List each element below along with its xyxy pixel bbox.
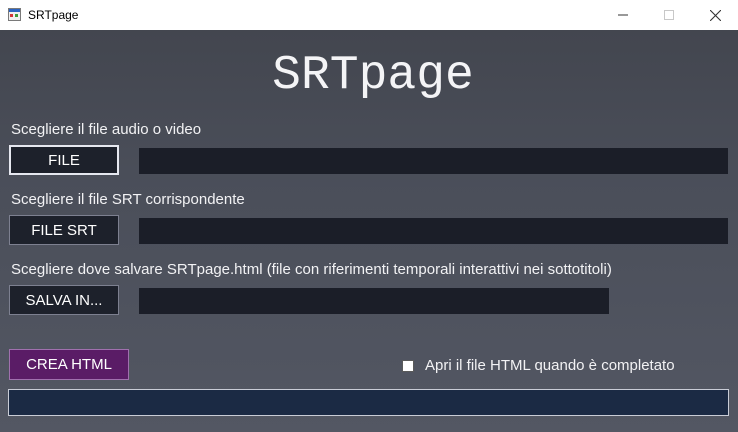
select-media-file-button[interactable]: FILE [9, 145, 119, 175]
output-path-field[interactable] [139, 288, 609, 314]
progress-bar [8, 389, 729, 416]
open-when-done-label[interactable]: Apri il file HTML quando è completato [425, 357, 675, 375]
title-bar[interactable]: SRTpage [0, 0, 738, 30]
main-panel: SRTpage Scegliere il file audio o video … [0, 30, 738, 432]
select-srt-file-button[interactable]: FILE SRT [9, 215, 119, 245]
window-title: SRTpage [28, 8, 79, 22]
app-window-icon [8, 8, 21, 21]
close-icon [709, 9, 721, 21]
maximize-icon [664, 10, 674, 20]
app-title: SRTpage [272, 49, 474, 103]
save-in-button[interactable]: SALVA IN... [9, 285, 119, 315]
minimize-button[interactable] [600, 0, 646, 30]
srt-file-path-field[interactable] [139, 218, 728, 244]
create-html-button[interactable]: CREA HTML [9, 349, 129, 380]
srt-file-label: Scegliere il file SRT corrispondente [11, 191, 245, 208]
minimize-icon [618, 14, 628, 16]
maximize-button[interactable] [646, 0, 692, 30]
media-file-label: Scegliere il file audio o video [11, 121, 202, 138]
output-location-label: Scegliere dove salvare SRTpage.html (fil… [11, 261, 612, 278]
close-button[interactable] [692, 0, 738, 30]
media-file-path-field[interactable] [139, 148, 728, 174]
open-when-done-checkbox[interactable] [402, 360, 414, 372]
